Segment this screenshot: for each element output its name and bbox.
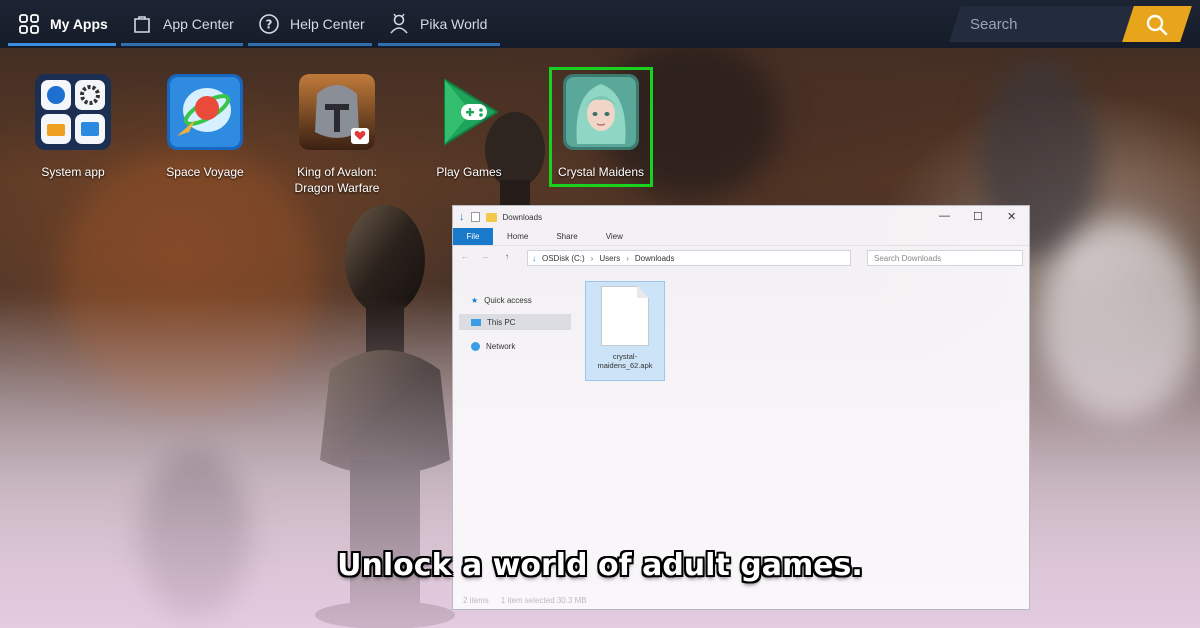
back-arrow-icon[interactable]: ← bbox=[461, 252, 469, 261]
maximize-button[interactable]: ☐ bbox=[973, 210, 983, 223]
properties-icon[interactable] bbox=[470, 212, 480, 222]
ribbon-tab-file[interactable]: File bbox=[453, 228, 493, 245]
app-space-voyage[interactable]: Space Voyage bbox=[150, 68, 260, 180]
tab-label: App Center bbox=[163, 16, 234, 32]
crystal-maidens-icon bbox=[563, 74, 639, 150]
king-of-avalon-icon bbox=[299, 74, 375, 150]
network-icon bbox=[471, 341, 480, 351]
star-icon: ★ bbox=[471, 295, 479, 305]
app-system-app[interactable]: System app bbox=[18, 68, 128, 180]
status-bar: 2 items 1 item selected 30.3 MB bbox=[463, 596, 587, 605]
explorer-search-input[interactable]: Search Downloads bbox=[867, 250, 1023, 266]
nav-network[interactable]: Network bbox=[459, 338, 571, 354]
app-label: King of Avalon: Dragon Warfare bbox=[294, 165, 380, 195]
downloads-icon: ↓ bbox=[532, 253, 536, 263]
minimize-button[interactable]: — bbox=[939, 210, 950, 222]
app-king-of-avalon[interactable]: King of Avalon: Dragon Warfare bbox=[282, 68, 392, 196]
computer-icon bbox=[471, 318, 481, 326]
tab-pika-world[interactable]: Pika World bbox=[378, 0, 500, 48]
file-name: crystal-maidens_62.apk bbox=[597, 352, 653, 370]
grid-icon bbox=[19, 14, 39, 34]
top-bar: My Apps App Center ? Help Center Pika Wo… bbox=[0, 0, 1200, 48]
bag-icon bbox=[134, 16, 150, 33]
folder-icon bbox=[485, 212, 497, 222]
explorer-title-bar: ↓ Downloads — ☐ ✕ bbox=[453, 206, 1029, 228]
svg-text:?: ? bbox=[266, 18, 273, 32]
play-games-icon bbox=[431, 74, 507, 150]
close-button[interactable]: ✕ bbox=[1007, 210, 1016, 223]
status-item-count: 2 items bbox=[463, 596, 489, 605]
app-play-games[interactable]: Play Games bbox=[414, 68, 524, 180]
caption-text: Unlock a world of adult games. bbox=[337, 548, 863, 583]
file-item[interactable]: crystal-maidens_62.apk bbox=[585, 281, 665, 381]
window-title: Downloads bbox=[502, 212, 543, 222]
app-label: System app bbox=[41, 165, 105, 179]
tab-label: Help Center bbox=[290, 16, 365, 32]
path-segment[interactable]: OSDisk (C:) bbox=[542, 254, 585, 263]
search-input[interactable] bbox=[970, 10, 1120, 38]
explorer-search-placeholder: Search Downloads bbox=[874, 253, 942, 263]
search-icon[interactable] bbox=[1144, 12, 1170, 38]
status-selection: 1 item selected 30.3 MB bbox=[500, 596, 587, 605]
nav-label: Network bbox=[486, 341, 516, 351]
help-icon: ? bbox=[259, 14, 279, 34]
up-arrow-icon[interactable]: ↑ bbox=[505, 252, 509, 261]
nav-label: This PC bbox=[487, 317, 516, 327]
address-bar-row: ← → ↑ ↓ OSDisk (C:) › Users › Downloads … bbox=[453, 246, 1029, 272]
ribbon-tab-view[interactable]: View bbox=[592, 228, 637, 245]
nav-quick-access[interactable]: ★ Quick access bbox=[459, 292, 571, 308]
quick-access-toolbar-icon[interactable]: ↓ bbox=[459, 211, 465, 223]
tab-label: Pika World bbox=[420, 16, 488, 32]
nav-label: Quick access bbox=[484, 295, 532, 305]
app-label: Space Voyage bbox=[166, 165, 244, 179]
space-voyage-icon bbox=[167, 74, 243, 150]
person-icon bbox=[390, 13, 408, 34]
tab-help-center[interactable]: ? Help Center bbox=[248, 0, 372, 48]
tab-my-apps[interactable]: My Apps bbox=[8, 0, 116, 48]
address-path[interactable]: ↓ OSDisk (C:) › Users › Downloads bbox=[527, 250, 851, 266]
app-label: Crystal Maidens bbox=[557, 165, 645, 179]
tab-app-center[interactable]: App Center bbox=[121, 0, 243, 48]
system-app-icon bbox=[35, 74, 111, 150]
tab-label: My Apps bbox=[50, 16, 108, 32]
forward-arrow-icon[interactable]: → bbox=[481, 252, 489, 261]
path-segment[interactable]: Downloads bbox=[635, 254, 675, 263]
ribbon-tab-home[interactable]: Home bbox=[493, 228, 542, 245]
ribbon-tab-share[interactable]: Share bbox=[542, 228, 591, 245]
explorer-ribbon: File Home Share View bbox=[453, 228, 1029, 246]
nav-this-pc[interactable]: This PC bbox=[459, 314, 571, 330]
document-icon bbox=[601, 286, 649, 346]
app-crystal-maidens[interactable]: Crystal Maidens bbox=[549, 67, 653, 187]
app-label: Play Games bbox=[436, 165, 502, 179]
path-segment[interactable]: Users bbox=[599, 254, 620, 263]
